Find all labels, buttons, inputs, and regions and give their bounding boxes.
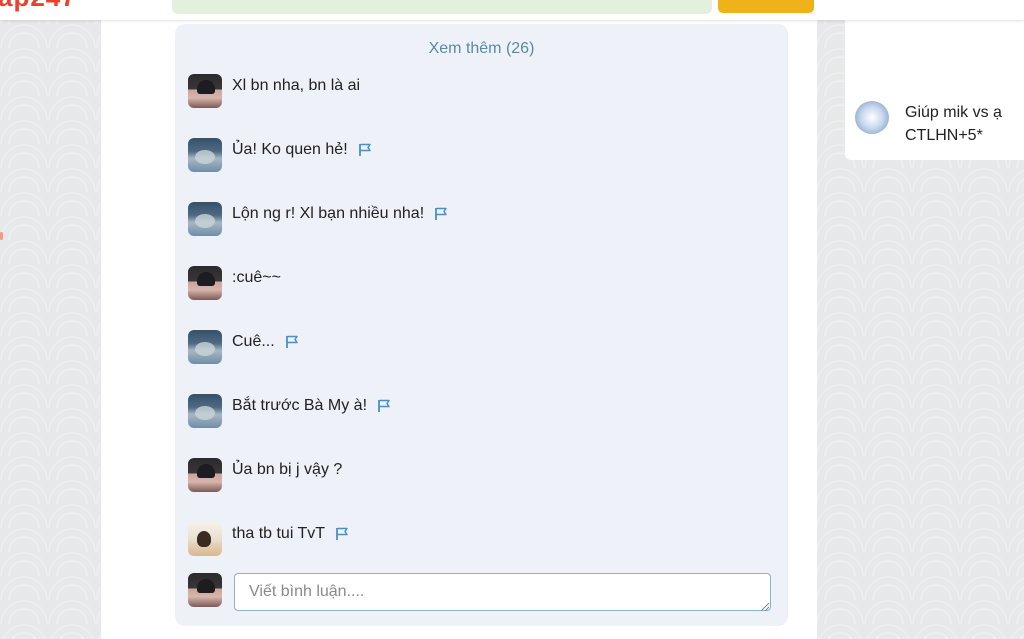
girl-avatar[interactable]	[188, 138, 222, 172]
search-bar[interactable]	[172, 0, 712, 14]
comment-text: Bắt trước Bà My à!	[232, 397, 391, 415]
comment-item: Ủa bn bị j vậy ?	[188, 458, 342, 494]
comment-text: :cuê~~	[232, 269, 281, 286]
svg-text:ap247: ap247	[0, 0, 77, 12]
comment-input[interactable]	[234, 573, 771, 611]
comment-text: Lộn ng r! Xl bạn nhiều nha!	[232, 205, 448, 223]
report-flag-icon[interactable]	[285, 335, 299, 349]
report-flag-icon[interactable]	[335, 527, 349, 541]
comment-item: Ủa! Ko quen hẻ!	[188, 138, 372, 174]
comment-item: Cuê...	[188, 330, 299, 366]
boy-avatar[interactable]	[188, 74, 222, 108]
comment-text: tha tb tui TvT	[232, 525, 349, 543]
comment-item: Xl bn nha, bn là ai	[188, 74, 360, 110]
right-sidebar: Giúp mik vs ạ CTLHN+5*	[845, 0, 1024, 160]
see-more-link[interactable]: Xem thêm (26)	[175, 40, 788, 58]
comment-item: :cuê~~	[188, 266, 281, 302]
site-logo[interactable]: ap247	[0, 0, 96, 16]
comment-item: Bắt trước Bà My à!	[188, 394, 391, 430]
report-flag-icon[interactable]	[358, 143, 372, 157]
question-avatar	[855, 101, 889, 134]
left-edge-marker	[0, 232, 3, 240]
report-flag-icon[interactable]	[377, 399, 391, 413]
sidebar-question-item[interactable]: Giúp mik vs ạ CTLHN+5*	[855, 101, 1015, 147]
comment-item: Lộn ng r! Xl bạn nhiều nha!	[188, 202, 448, 238]
boy-avatar[interactable]	[188, 266, 222, 300]
comment-section: Xem thêm (26) Xl bn nha, bn là ai Ủa! Ko …	[175, 24, 788, 626]
resize-grip-icon[interactable]	[761, 603, 769, 611]
boy-avatar[interactable]	[188, 458, 222, 492]
comment-item: tha tb tui TvT	[188, 522, 349, 558]
logo-icon: ap247	[0, 0, 77, 12]
top-header: ap247	[0, 0, 1024, 20]
photo-avatar[interactable]	[188, 522, 222, 556]
current-user-avatar	[188, 573, 222, 607]
comment-input-row	[188, 573, 771, 613]
search-button[interactable]	[718, 0, 814, 13]
girl-avatar[interactable]	[188, 202, 222, 236]
comment-text: Cuê...	[232, 333, 299, 351]
sidebar-question-text: Giúp mik vs ạ CTLHN+5*	[905, 104, 1002, 144]
girl-avatar[interactable]	[188, 394, 222, 428]
comment-text: Xl bn nha, bn là ai	[232, 77, 361, 94]
report-flag-icon[interactable]	[434, 207, 448, 221]
girl-avatar[interactable]	[188, 330, 222, 364]
comment-text: Ủa bn bị j vậy ?	[232, 461, 343, 478]
comment-text: Ủa! Ko quen hẻ!	[232, 141, 372, 159]
